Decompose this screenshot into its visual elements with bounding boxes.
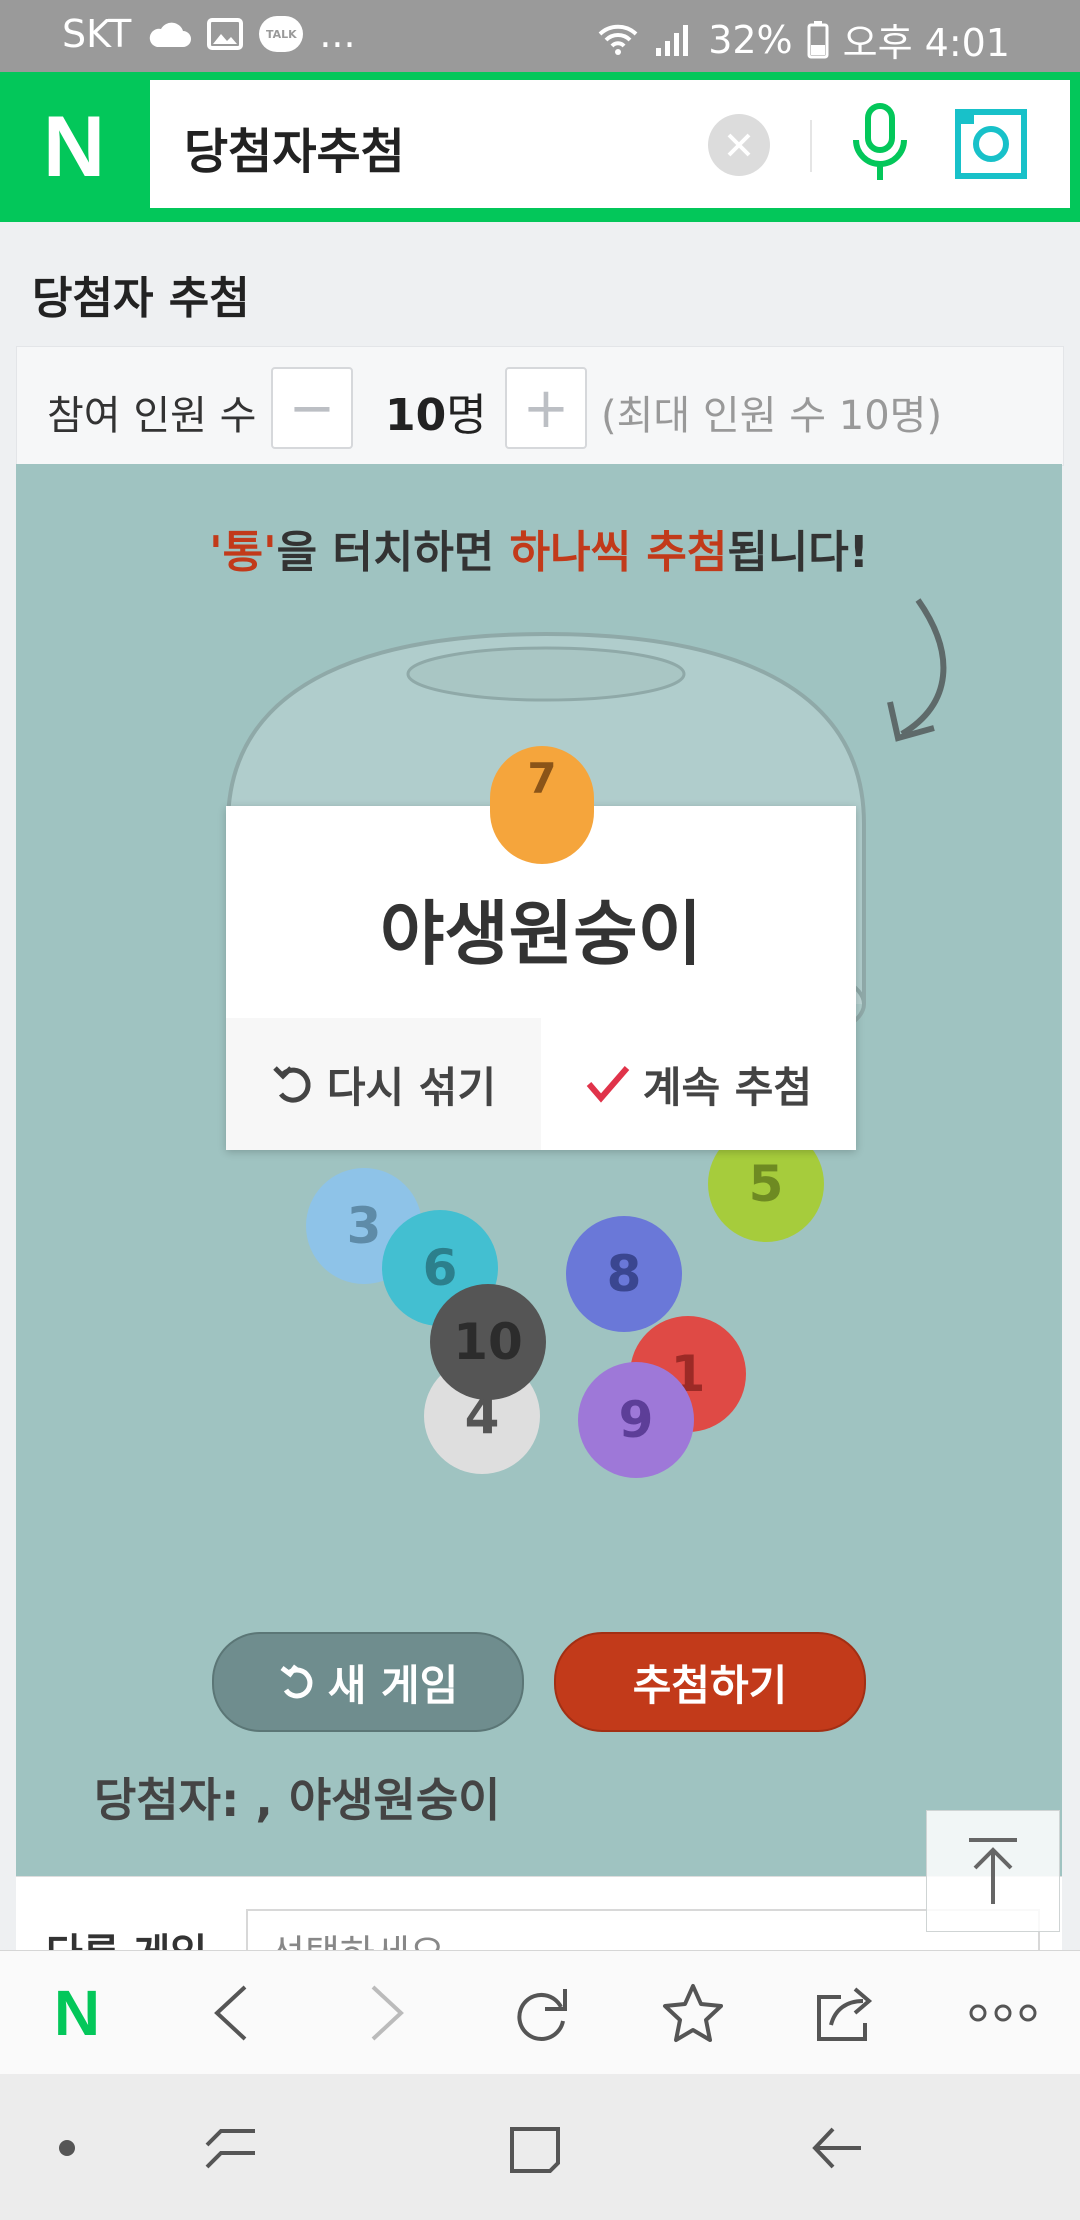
battery-icon	[807, 20, 829, 58]
ball-9: 9	[578, 1362, 694, 1478]
more-dots-icon	[969, 2004, 1037, 2022]
cloud-icon	[150, 22, 192, 47]
clear-search-button[interactable]	[708, 114, 770, 176]
popup-actions: 다시 섞기 계속 추첨	[226, 1018, 856, 1150]
reshuffle-button[interactable]: 다시 섞기	[226, 1018, 541, 1150]
drawn-ball: 7	[490, 746, 594, 864]
hint-text-2: 됩니다!	[727, 527, 869, 578]
signal-icon	[656, 24, 689, 56]
new-game-label: 새 게임	[327, 1660, 459, 1710]
close-icon	[727, 133, 751, 157]
hint-keyword-draw: 하나씩 추첨	[509, 527, 728, 578]
status-bar: SKT TALK ... 32% 오후 4:01	[0, 0, 1080, 72]
hint-keyword-bin: '통'	[209, 527, 277, 578]
lens-camera-icon[interactable]	[954, 108, 1028, 180]
recent-apps-button[interactable]	[186, 2106, 276, 2190]
page-title: 당첨자 추첨	[32, 273, 250, 324]
search-box[interactable]: 당첨자추첨	[150, 80, 1070, 208]
lottery-game-area: '통'을 터치하면 하나씩 추첨됩니다! 3 5 6 8 1 4 10 9 야생…	[16, 464, 1062, 1876]
more-notifications: ...	[319, 12, 356, 56]
hint-text-1: 을 터치하면	[276, 527, 510, 578]
increase-button[interactable]: +	[505, 367, 587, 449]
back-button[interactable]	[186, 1971, 276, 2055]
home-square-icon	[510, 2127, 560, 2173]
arrow-up-icon	[969, 1838, 1017, 1904]
continue-draw-label: 계속 추첨	[642, 1062, 813, 1112]
reload-button[interactable]	[496, 1971, 586, 2055]
refresh-icon	[280, 1664, 313, 1699]
ball-8: 8	[566, 1216, 682, 1332]
android-nav-bar	[0, 2074, 1080, 2220]
dot-icon	[59, 2140, 75, 2156]
clock: 오후 4:01	[842, 21, 1010, 65]
back-nav-button[interactable]	[792, 2106, 882, 2190]
back-arrow-icon	[812, 2127, 861, 2169]
count-number: 10	[385, 390, 447, 441]
max-participants-note: (최대 인원 수 10명)	[601, 393, 943, 439]
reshuffle-label: 다시 섞기	[326, 1062, 497, 1112]
participant-count-value: 10명	[385, 379, 487, 443]
other-game-row: 다른 게임 선택하세요	[16, 1876, 1062, 1957]
count-unit: 명	[446, 390, 487, 441]
forward-button[interactable]	[342, 1971, 432, 2055]
recent-apps-icon	[205, 2129, 255, 2169]
draw-button[interactable]: 추첨하기	[554, 1632, 866, 1732]
search-divider	[810, 120, 812, 172]
star-icon	[663, 1984, 723, 2042]
participant-count-label: 참여 인원 수	[47, 393, 257, 439]
microphone-icon[interactable]	[848, 102, 912, 186]
winners-list: 당첨자: , 야생원숭이	[94, 1773, 501, 1827]
image-icon	[207, 18, 244, 50]
battery-percent: 32%	[708, 17, 793, 62]
undo-icon	[273, 1066, 311, 1103]
chevron-right-icon	[371, 1985, 404, 2041]
back-to-top-button[interactable]	[926, 1810, 1060, 1932]
naver-logo[interactable]: N	[0, 72, 148, 222]
home-button[interactable]: N	[32, 1971, 122, 2055]
decrease-button[interactable]: −	[271, 367, 353, 449]
chevron-left-icon	[214, 1985, 247, 2041]
participant-count-row: 참여 인원 수 − 10명 + (최대 인원 수 10명)	[16, 346, 1064, 466]
winner-name: 야생원숭이	[380, 893, 702, 975]
new-game-button[interactable]: 새 게임	[212, 1632, 524, 1732]
ball-10: 10	[430, 1284, 546, 1400]
nav-dot-button[interactable]	[22, 2106, 112, 2190]
reload-icon	[517, 1989, 567, 2041]
share-button[interactable]	[802, 1971, 892, 2055]
check-icon	[586, 1066, 630, 1103]
browser-toolbar: N	[0, 1950, 1080, 2075]
search-input[interactable]: 당첨자추첨	[184, 112, 405, 182]
carrier-label: SKT	[62, 12, 132, 56]
bookmark-button[interactable]	[648, 1971, 738, 2055]
search-header: N 당첨자추첨	[0, 72, 1080, 222]
share-icon	[817, 1987, 873, 2041]
instruction-text: '통'을 터치하면 하나씩 추첨됩니다!	[16, 516, 1062, 580]
home-nav-button[interactable]	[490, 2106, 580, 2190]
wifi-icon	[598, 24, 638, 55]
talk-icon: TALK	[259, 16, 304, 52]
more-menu-button[interactable]	[958, 1971, 1048, 2055]
continue-draw-button[interactable]: 계속 추첨	[541, 1018, 856, 1150]
